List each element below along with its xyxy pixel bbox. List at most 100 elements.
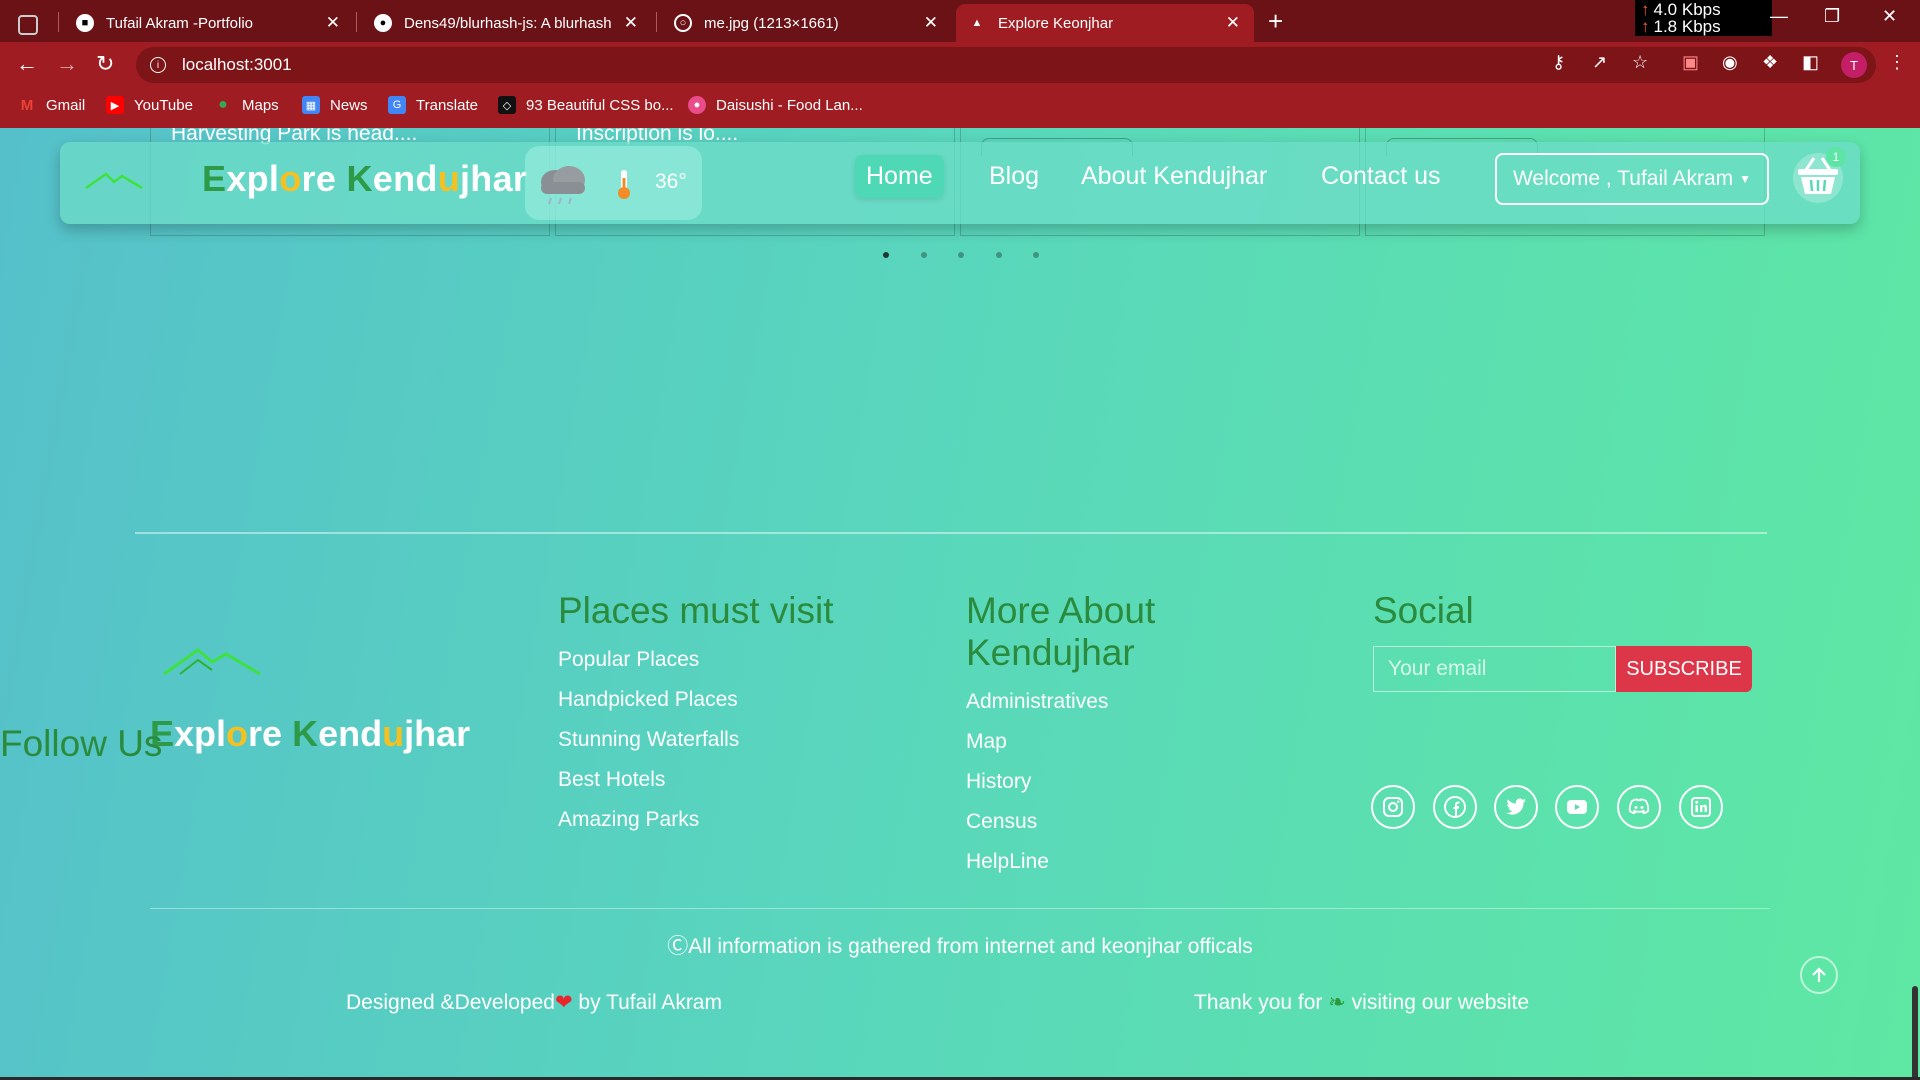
heart-icon: ❤ xyxy=(554,991,573,1014)
close-icon[interactable]: ✕ xyxy=(1226,13,1240,33)
tab-title: Explore Keonjhar xyxy=(998,14,1114,32)
bookmark-maps[interactable]: ● Maps xyxy=(214,96,279,114)
weather-widget: 36° xyxy=(525,146,702,220)
portfolio-icon: ■ xyxy=(76,14,94,32)
address-bar[interactable]: i localhost:3001 xyxy=(136,47,1876,83)
carousel-dot[interactable] xyxy=(921,252,927,258)
tab-search-button[interactable] xyxy=(18,6,38,44)
footer-link-map[interactable]: Map xyxy=(966,730,1007,754)
key-icon[interactable]: ⚷ xyxy=(1552,52,1565,73)
new-tab-button[interactable]: + xyxy=(1268,6,1283,37)
minimize-button[interactable]: — xyxy=(1770,6,1788,27)
bookmark-label: News xyxy=(330,96,368,114)
brand-letters: jhar xyxy=(404,713,471,754)
brand-logo-text[interactable]: Explore Kendujhar xyxy=(202,158,527,200)
footer-link-stunning-waterfalls[interactable]: Stunning Waterfalls xyxy=(558,728,739,752)
share-icon[interactable]: ↗ xyxy=(1592,52,1607,73)
bookmark-daisushi[interactable]: ● Daisushi - Food Lan... xyxy=(688,96,863,114)
close-icon[interactable]: ✕ xyxy=(624,13,638,33)
mountain-logo-icon[interactable] xyxy=(84,168,144,192)
sidepanel-icon[interactable]: ◧ xyxy=(1802,52,1819,73)
bookmark-youtube[interactable]: ▶ YouTube xyxy=(106,96,193,114)
puzzle-icon[interactable]: ❖ xyxy=(1762,52,1778,73)
social-heading: Social xyxy=(1373,590,1474,631)
discord-link[interactable] xyxy=(1617,785,1661,829)
facebook-link[interactable] xyxy=(1433,785,1477,829)
tab-github[interactable]: ● Dens49/blurhash-js: A blurhash p ✕ xyxy=(362,4,652,42)
subscribe-button[interactable]: SUBSCRIBE xyxy=(1616,646,1752,692)
email-input[interactable]: Your email xyxy=(1373,646,1616,692)
footer-link-helpline[interactable]: HelpLine xyxy=(966,850,1049,874)
more-about-heading: More About Kendujhar xyxy=(966,590,1155,674)
close-icon[interactable]: ✕ xyxy=(924,13,938,33)
star-icon[interactable]: ☆ xyxy=(1632,52,1648,73)
nav-blog-link[interactable]: Blog xyxy=(989,162,1039,191)
reload-button[interactable]: ↻ xyxy=(96,51,114,77)
tab-separator xyxy=(58,12,59,32)
brand-letters: xpl xyxy=(174,713,227,754)
forward-button[interactable]: → xyxy=(56,51,78,77)
linkedin-link[interactable] xyxy=(1679,785,1723,829)
brand-letter: K xyxy=(292,713,319,754)
bookmark-translate[interactable]: G Translate xyxy=(388,96,478,114)
instagram-link[interactable] xyxy=(1371,785,1415,829)
youtube-link[interactable] xyxy=(1555,785,1599,829)
bookmark-gmail[interactable]: M Gmail xyxy=(18,96,85,114)
footer-link-popular-places[interactable]: Popular Places xyxy=(558,648,699,672)
copyright-line: ⒸAll information is gathered from intern… xyxy=(0,930,1920,960)
bookmark-news[interactable]: ▦ News xyxy=(302,96,368,114)
carousel-dot[interactable] xyxy=(996,252,1002,258)
close-icon[interactable]: ✕ xyxy=(326,13,340,33)
email-placeholder: Your email xyxy=(1388,657,1487,680)
brand-letters: re xyxy=(248,713,293,754)
tab-image[interactable]: ○ me.jpg (1213×1661) ✕ xyxy=(662,4,952,42)
profile-avatar[interactable]: T xyxy=(1841,52,1867,78)
nav-contact-link[interactable]: Contact us xyxy=(1321,162,1441,191)
window-close-button[interactable]: ✕ xyxy=(1882,6,1897,27)
bookmark-label: Gmail xyxy=(46,96,86,114)
carousel-dot[interactable] xyxy=(1033,252,1039,258)
cart-count: 1 xyxy=(1832,150,1840,164)
nav-about-link[interactable]: About Kendujhar xyxy=(1081,162,1267,191)
tab-title: Dens49/blurhash-js: A blurhash p xyxy=(404,14,616,32)
thanks-text: visiting our website xyxy=(1345,991,1530,1014)
welcome-text: Welcome , Tufail Akram xyxy=(1512,167,1734,190)
tab-title: me.jpg (1213×1661) xyxy=(704,14,839,32)
maps-icon: ● xyxy=(218,96,228,113)
user-welcome-dropdown[interactable]: Welcome , Tufail Akram ▼ xyxy=(1495,153,1769,205)
nav-home-link[interactable]: Home xyxy=(855,155,944,198)
menu-icon[interactable]: ⋮ xyxy=(1888,52,1906,73)
network-speed-widget: ↑ 4.0 Kbps ↑ 1.8 Kbps xyxy=(1635,0,1772,36)
credit-text: by Tufail Akram xyxy=(572,991,722,1014)
scroll-to-top-button[interactable] xyxy=(1800,956,1838,994)
carousel-dot-active[interactable] xyxy=(883,252,889,258)
brand-letter: E xyxy=(202,158,227,199)
footer-link-administratives[interactable]: Administratives xyxy=(966,690,1108,714)
footer-link-census[interactable]: Census xyxy=(966,810,1037,834)
brand-letters: xpl xyxy=(226,158,280,199)
news-icon: ▦ xyxy=(302,96,320,114)
info-icon[interactable]: i xyxy=(150,57,166,73)
twitter-icon xyxy=(1506,798,1526,815)
tab-portfolio[interactable]: ■ Tufail Akram -Portfolio ✕ xyxy=(64,4,354,42)
scrollbar-thumb[interactable] xyxy=(1912,986,1918,1080)
subscribe-label: SUBSCRIBE xyxy=(1626,657,1742,680)
extension-shield-icon[interactable]: ▣ xyxy=(1682,52,1699,73)
footer-link-amazing-parks[interactable]: Amazing Parks xyxy=(558,808,699,832)
footer-link-best-hotels[interactable]: Best Hotels xyxy=(558,768,665,792)
restore-button[interactable]: ❐ xyxy=(1824,6,1840,27)
brand-letter: o xyxy=(279,158,302,199)
carousel-dot[interactable] xyxy=(958,252,964,258)
back-button[interactable]: ← xyxy=(16,51,38,77)
footer-link-history[interactable]: History xyxy=(966,770,1031,794)
tab-explore-keonjhar[interactable]: ▲ Explore Keonjhar ✕ xyxy=(956,4,1254,42)
record-icon[interactable]: ◉ xyxy=(1722,52,1738,73)
tab-title: Tufail Akram -Portfolio xyxy=(106,14,253,32)
bookmark-css-borders[interactable]: ◇ 93 Beautiful CSS bo... xyxy=(498,96,674,114)
thermometer-icon xyxy=(618,170,630,199)
footer-link-handpicked-places[interactable]: Handpicked Places xyxy=(558,688,738,712)
heading-line: More About xyxy=(966,590,1156,631)
credit-text: Designed &Developed xyxy=(346,991,555,1014)
twitter-link[interactable] xyxy=(1494,785,1538,829)
bookmark-label: Translate xyxy=(416,96,478,114)
